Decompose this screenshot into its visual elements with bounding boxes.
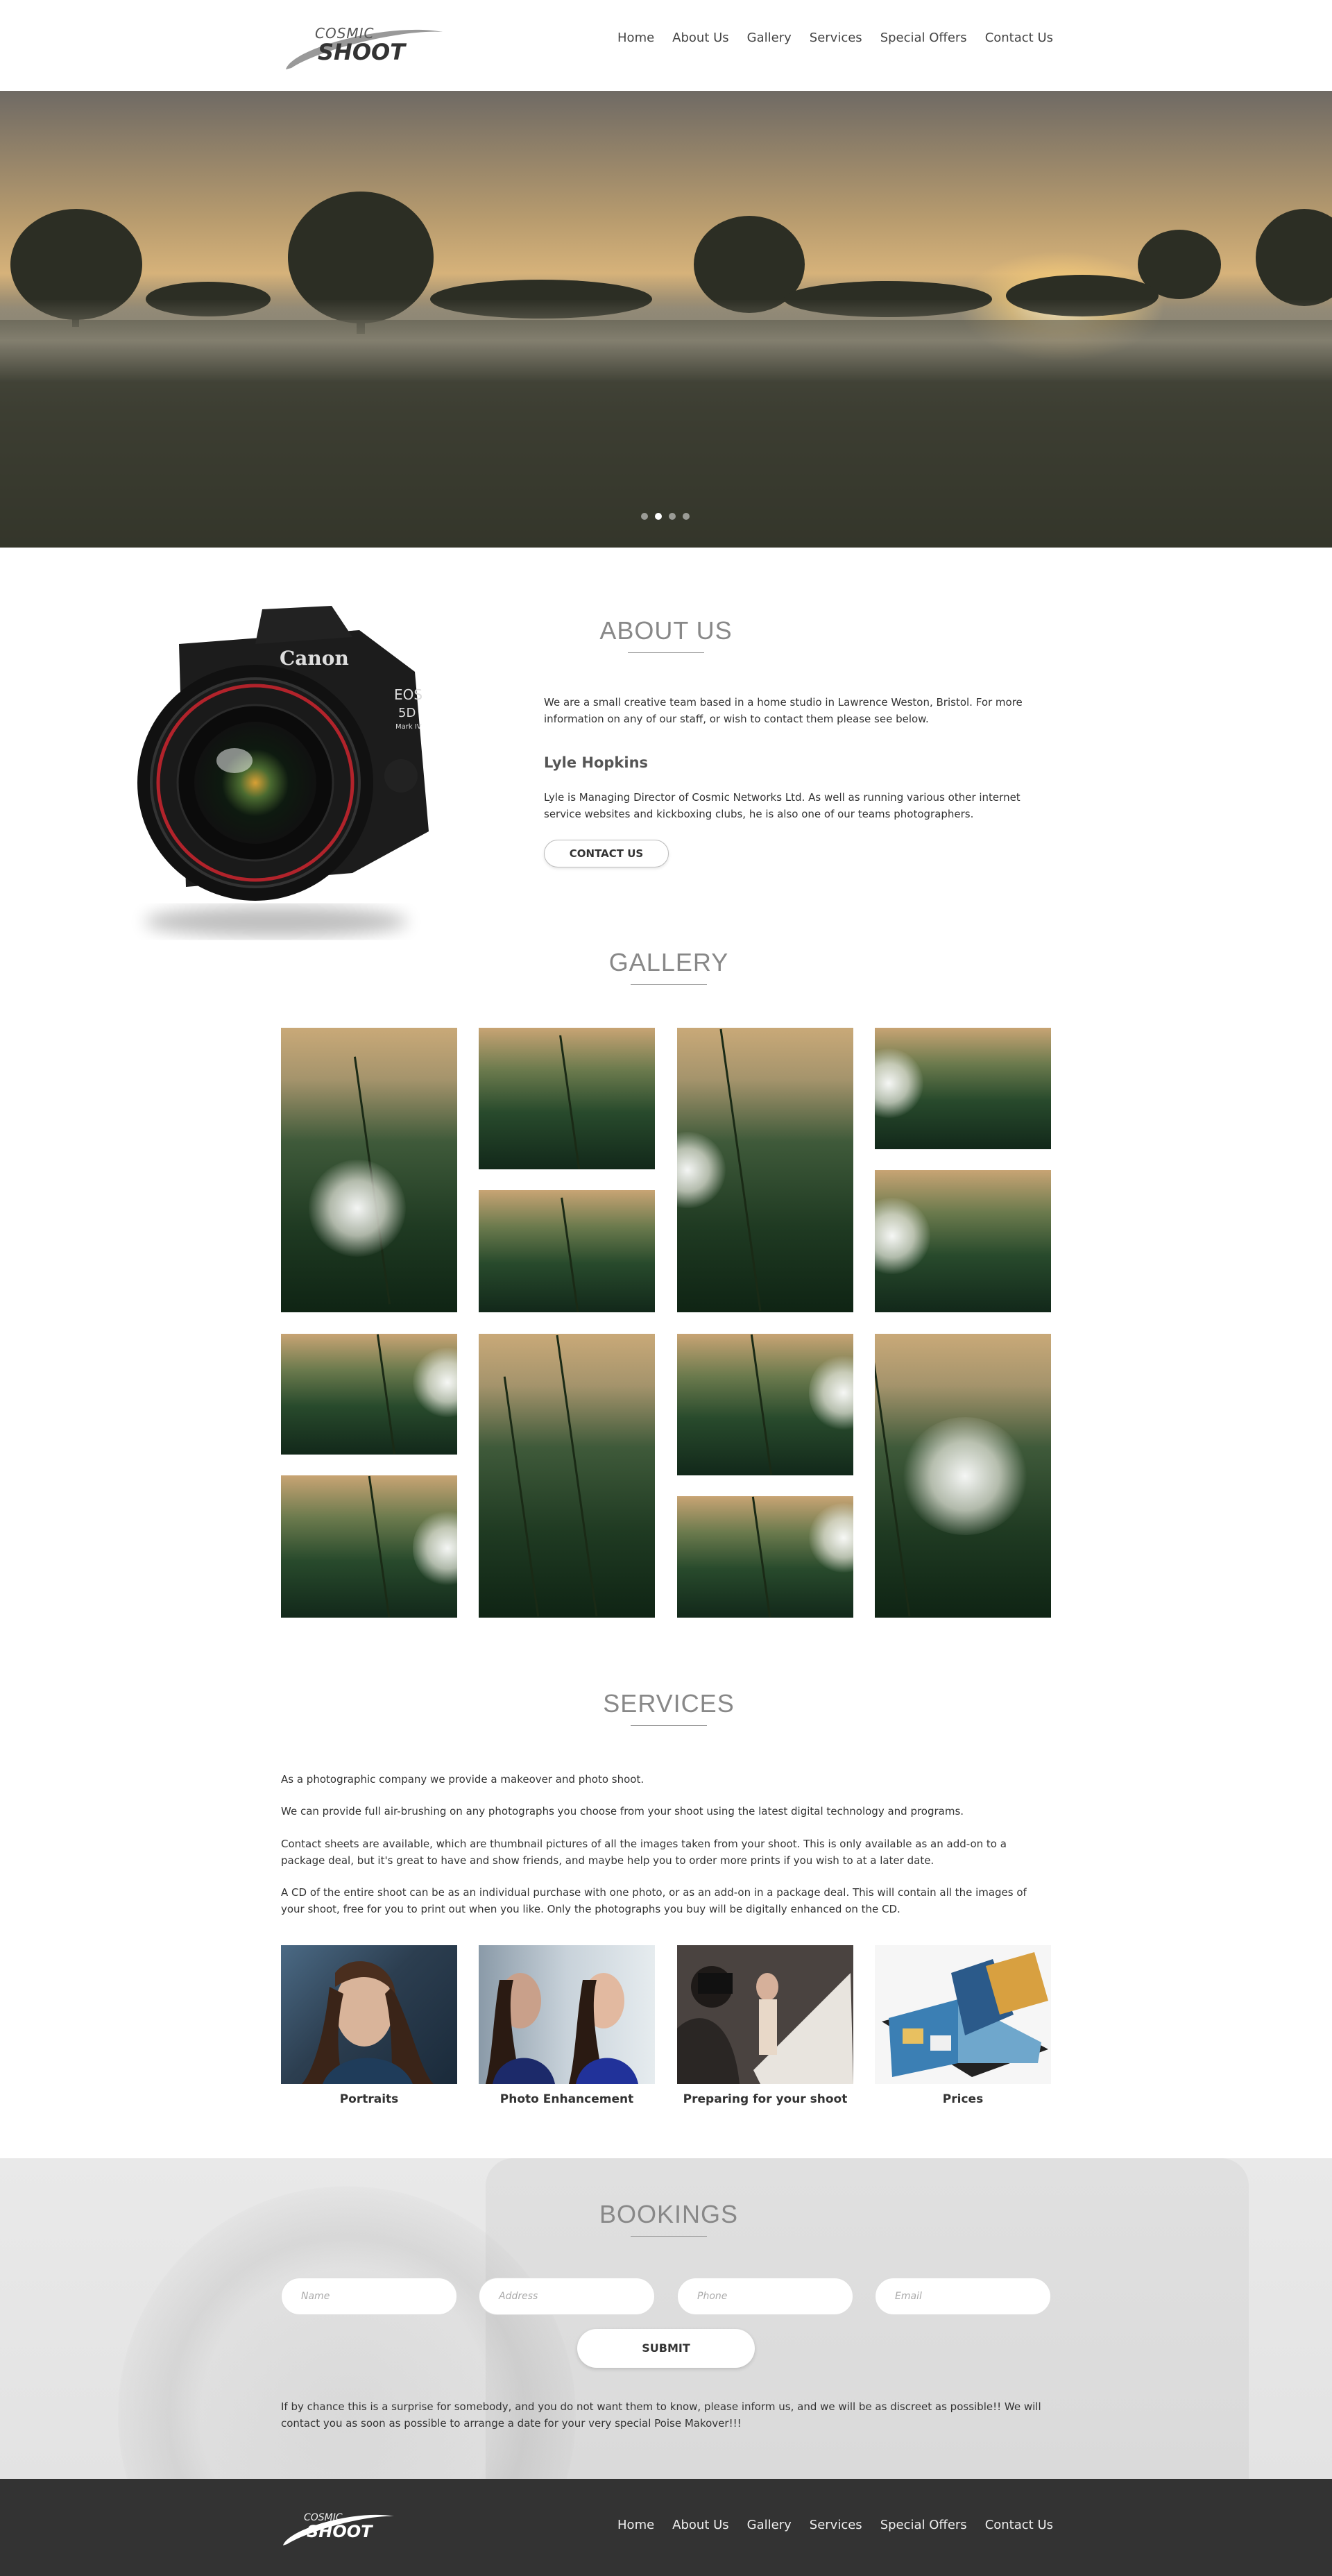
gallery-image[interactable]	[875, 1334, 1051, 1618]
address-input[interactable]: Address	[479, 2278, 655, 2315]
footer-nav-services[interactable]: Services	[810, 2518, 862, 2532]
services-paragraph: Contact sheets are available, which are …	[281, 1838, 1007, 1867]
slider-dot[interactable]	[641, 513, 648, 520]
services-paragraph: As a photographic company we provide a m…	[281, 1773, 644, 1786]
gallery-image[interactable]	[875, 1028, 1051, 1149]
submit-button[interactable]: SUBMIT	[577, 2329, 755, 2368]
bookings-title-underline	[631, 2236, 707, 2237]
gallery-image[interactable]	[281, 1028, 457, 1312]
footer-nav-gallery[interactable]: Gallery	[747, 2518, 792, 2532]
slider-dot[interactable]	[669, 513, 676, 520]
about-title-underline	[628, 652, 704, 653]
footer-nav: Home About Us Gallery Services Special O…	[617, 2518, 1053, 2532]
bookings-title: BOOKINGS	[599, 2200, 739, 2228]
photobook-image	[882, 1952, 1048, 2077]
service-label-prices[interactable]: Prices	[875, 2092, 1051, 2106]
slider-dot-active[interactable]	[655, 513, 662, 520]
gallery-image[interactable]	[677, 1496, 853, 1618]
gallery-image[interactable]	[479, 1028, 655, 1169]
footer-nav-home[interactable]: Home	[617, 2518, 654, 2532]
service-label-photo-enhancement[interactable]: Photo Enhancement	[479, 2092, 655, 2106]
email-input[interactable]: Email	[875, 2278, 1051, 2315]
about-person-bio: Lyle is Managing Director of Cosmic Netw…	[544, 791, 1021, 820]
contact-us-button[interactable]: CONTACT US	[544, 840, 669, 867]
service-card-photo-enhancement[interactable]	[479, 1945, 655, 2084]
gallery-image[interactable]	[281, 1334, 457, 1455]
service-label-portraits[interactable]: Portraits	[281, 2092, 457, 2106]
bookings-note: If by chance this is a surprise for some…	[281, 2400, 1041, 2430]
slider-dots	[641, 513, 690, 520]
gallery-title: GALLERY	[608, 948, 729, 976]
services-title: SERVICES	[603, 1689, 735, 1718]
main-nav: Home About Us Gallery Services Special O…	[617, 31, 1053, 45]
hero-slider[interactable]	[0, 91, 1332, 548]
gallery-image[interactable]	[875, 1170, 1051, 1312]
nav-services[interactable]: Services	[810, 31, 862, 45]
hero-mist	[0, 299, 1332, 382]
phone-input[interactable]: Phone	[677, 2278, 853, 2315]
camera-model: EOS	[394, 686, 422, 703]
camera-model-num: 5D	[398, 706, 416, 720]
footer-logo[interactable]: COSMIC SHOOT	[279, 2504, 397, 2550]
gallery-image[interactable]	[479, 1334, 655, 1618]
camera-image: Canon EOS 5D Mark IV	[137, 606, 429, 937]
gallery-image[interactable]	[281, 1475, 457, 1618]
name-input[interactable]: Name	[281, 2278, 457, 2315]
logo-line2: SHOOT	[318, 39, 406, 65]
nav-special-offers[interactable]: Special Offers	[880, 31, 967, 45]
camera-mark: Mark IV	[395, 723, 422, 731]
nav-home[interactable]: Home	[617, 31, 654, 45]
services-paragraph: We can provide full air-brushing on any …	[281, 1805, 964, 1817]
nav-contact[interactable]: Contact Us	[985, 31, 1053, 45]
services-paragraph: A CD of the entire shoot can be as an in…	[281, 1886, 1027, 1915]
gallery-image[interactable]	[479, 1190, 655, 1312]
footer-nav-contact[interactable]: Contact Us	[985, 2518, 1053, 2532]
footer-nav-about[interactable]: About Us	[672, 2518, 729, 2532]
portrait-photo	[302, 1961, 434, 2084]
site-footer: COSMIC SHOOT Home About Us Gallery Servi…	[0, 2479, 1332, 2576]
gallery-title-underline	[631, 984, 707, 985]
nav-gallery[interactable]: Gallery	[747, 31, 792, 45]
services-title-underline	[631, 1725, 707, 1726]
enhancement-photo	[486, 1973, 638, 2084]
gallery-image[interactable]	[677, 1334, 853, 1475]
service-card-preparing[interactable]	[677, 1945, 853, 2084]
camera-brand: Canon	[280, 647, 349, 670]
footer-nav-special-offers[interactable]: Special Offers	[880, 2518, 967, 2532]
about-person-name: Lyle Hopkins	[544, 754, 649, 771]
slider-dot[interactable]	[683, 513, 690, 520]
preparing-photo	[677, 1945, 853, 2084]
logo[interactable]: COSMIC SHOOT	[279, 12, 445, 76]
about-intro: We are a small creative team based in a …	[544, 696, 1023, 725]
site-header: COSMIC SHOOT Home About Us Gallery Servi…	[0, 0, 1332, 91]
service-card-prices[interactable]	[875, 1945, 1051, 2084]
service-label-preparing[interactable]: Preparing for your shoot	[677, 2092, 853, 2106]
nav-about[interactable]: About Us	[672, 31, 729, 45]
footer-logo-line2: SHOOT	[307, 2522, 373, 2541]
about-title: ABOUT US	[599, 616, 733, 645]
gallery-image[interactable]	[677, 1028, 853, 1312]
service-card-portraits[interactable]	[281, 1945, 457, 2084]
